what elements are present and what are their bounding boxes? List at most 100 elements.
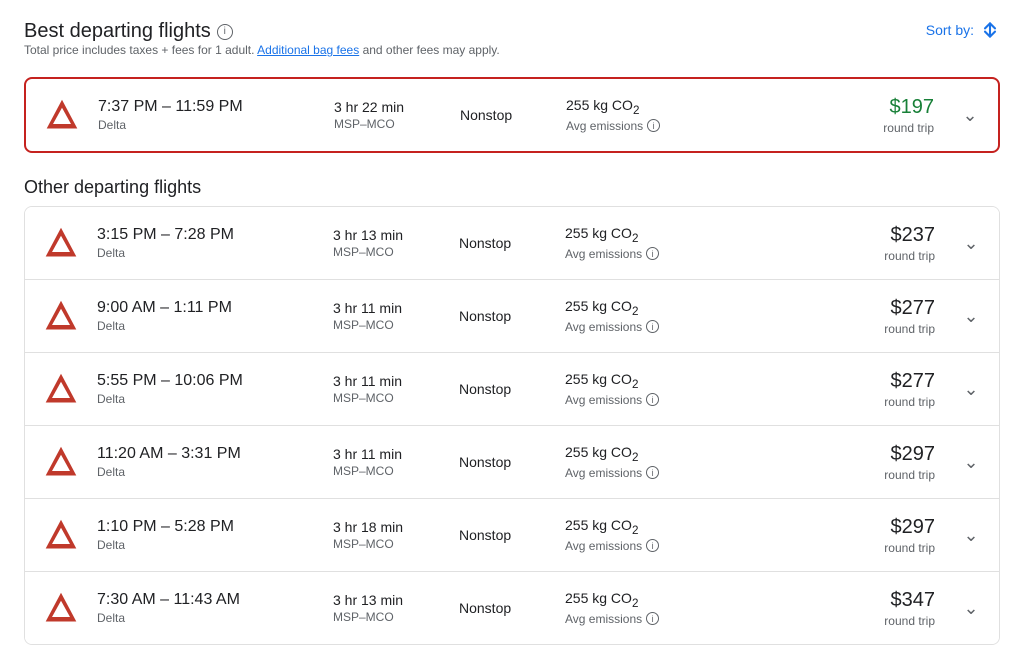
flight-airline: Delta <box>97 319 317 333</box>
flight-stops-col: Nonstop <box>459 381 549 397</box>
flight-emissions-label: Avg emissions i <box>565 466 715 480</box>
flight-time-col: 5:55 PM – 10:06 PM Delta <box>97 372 317 406</box>
flight-airline: Delta <box>97 392 317 406</box>
flight-price-note: round trip <box>731 468 935 482</box>
best-flight-price-note: round trip <box>732 121 934 135</box>
flight-stops-col: Nonstop <box>459 600 549 616</box>
flight-price-col: $277 round trip <box>731 370 943 409</box>
emissions-info-icon[interactable]: i <box>646 320 659 333</box>
flight-stops: Nonstop <box>459 308 549 324</box>
flight-emissions: 255 kg CO2 <box>565 590 715 610</box>
flight-expand-button[interactable]: ⌄ <box>959 452 983 473</box>
info-icon[interactable]: i <box>217 24 233 40</box>
best-flight-price-col: $197 round trip <box>732 96 942 135</box>
chevron-down-icon: ⌄ <box>963 525 978 546</box>
bag-fees-link[interactable]: Additional bag fees <box>257 43 359 57</box>
flight-price-note: round trip <box>731 541 935 555</box>
flight-expand-button[interactable]: ⌄ <box>959 379 983 400</box>
flight-row[interactable]: 1:10 PM – 5:28 PM Delta 3 hr 18 min MSP–… <box>25 499 999 572</box>
flight-emissions-col: 255 kg CO2 Avg emissions i <box>565 225 715 261</box>
chevron-down-icon: ⌄ <box>963 306 978 327</box>
best-flight-time: 7:37 PM – 11:59 PM <box>98 98 318 116</box>
other-flights-title: Other departing flights <box>24 177 1000 198</box>
flight-price: $297 <box>731 516 935 539</box>
emissions-info-icon[interactable]: i <box>646 612 659 625</box>
flight-price-col: $297 round trip <box>731 443 943 482</box>
best-flight-emissions: 255 kg CO2 <box>566 97 716 117</box>
flight-airline: Delta <box>97 611 317 625</box>
best-flight-airline: Delta <box>98 118 318 132</box>
flight-emissions-col: 255 kg CO2 Avg emissions i <box>565 444 715 480</box>
chevron-down-icon: ⌄ <box>963 233 978 254</box>
flight-duration-col: 3 hr 11 min MSP–MCO <box>333 300 443 332</box>
best-flight-card[interactable]: 7:37 PM – 11:59 PM Delta 3 hr 22 min MSP… <box>24 77 1000 153</box>
flight-expand-button[interactable]: ⌄ <box>959 525 983 546</box>
best-flight-route: MSP–MCO <box>334 117 444 131</box>
flight-time: 5:55 PM – 10:06 PM <box>97 372 317 390</box>
page-title: Best departing flights i <box>24 20 500 43</box>
flight-row[interactable]: 7:30 AM – 11:43 AM Delta 3 hr 13 min MSP… <box>25 572 999 644</box>
flight-duration-col: 3 hr 18 min MSP–MCO <box>333 519 443 551</box>
flight-price: $297 <box>731 443 935 466</box>
flight-airline: Delta <box>97 246 317 260</box>
airline-logo <box>42 95 82 135</box>
airline-logo <box>41 296 81 336</box>
flight-stops-col: Nonstop <box>459 527 549 543</box>
flight-duration-col: 3 hr 13 min MSP–MCO <box>333 592 443 624</box>
flight-time-col: 1:10 PM – 5:28 PM Delta <box>97 518 317 552</box>
emissions-info-icon[interactable]: i <box>647 119 660 132</box>
flight-price-note: round trip <box>731 322 935 336</box>
flight-duration: 3 hr 13 min <box>333 227 443 243</box>
flight-airline: Delta <box>97 538 317 552</box>
flight-emissions-col: 255 kg CO2 Avg emissions i <box>565 371 715 407</box>
flight-price-note: round trip <box>731 249 935 263</box>
emissions-info-icon[interactable]: i <box>646 247 659 260</box>
emissions-info-icon[interactable]: i <box>646 466 659 479</box>
flight-emissions: 255 kg CO2 <box>565 225 715 245</box>
flight-route: MSP–MCO <box>333 610 443 624</box>
flight-row[interactable]: 11:20 AM – 3:31 PM Delta 3 hr 11 min MSP… <box>25 426 999 499</box>
emissions-info-icon[interactable]: i <box>646 539 659 552</box>
flight-time: 9:00 AM – 1:11 PM <box>97 299 317 317</box>
flight-row[interactable]: 3:15 PM – 7:28 PM Delta 3 hr 13 min MSP–… <box>25 207 999 280</box>
flight-emissions-label: Avg emissions i <box>565 320 715 334</box>
airline-logo <box>41 588 81 628</box>
flight-emissions: 255 kg CO2 <box>565 444 715 464</box>
flight-stops: Nonstop <box>459 600 549 616</box>
chevron-down-icon: ⌄ <box>963 379 978 400</box>
flight-route: MSP–MCO <box>333 464 443 478</box>
best-flight-time-col: 7:37 PM – 11:59 PM Delta <box>98 98 318 132</box>
flight-route: MSP–MCO <box>333 245 443 259</box>
best-flight-emissions-label: Avg emissions i <box>566 119 716 133</box>
sort-by-button[interactable]: Sort by: <box>926 20 1000 40</box>
flight-expand-button[interactable]: ⌄ <box>959 598 983 619</box>
flight-expand-button[interactable]: ⌄ <box>959 306 983 327</box>
chevron-down-icon: ⌄ <box>962 105 977 126</box>
best-flight-expand-button[interactable]: ⌄ <box>958 105 982 126</box>
flight-row[interactable]: 9:00 AM – 1:11 PM Delta 3 hr 11 min MSP–… <box>25 280 999 353</box>
chevron-down-icon: ⌄ <box>963 598 978 619</box>
best-flight-price: $197 <box>732 96 934 119</box>
page-subtitle: Total price includes taxes + fees for 1 … <box>24 43 500 57</box>
best-flight-stops: Nonstop <box>460 107 550 123</box>
emissions-info-icon[interactable]: i <box>646 393 659 406</box>
flight-expand-button[interactable]: ⌄ <box>959 233 983 254</box>
flight-price: $237 <box>731 224 935 247</box>
flight-emissions-label: Avg emissions i <box>565 393 715 407</box>
flight-price: $277 <box>731 370 935 393</box>
flight-duration-col: 3 hr 11 min MSP–MCO <box>333 373 443 405</box>
flight-price: $277 <box>731 297 935 320</box>
flight-price-col: $277 round trip <box>731 297 943 336</box>
flight-emissions: 255 kg CO2 <box>565 371 715 391</box>
flight-time: 11:20 AM – 3:31 PM <box>97 445 317 463</box>
flight-duration: 3 hr 18 min <box>333 519 443 535</box>
flight-time-col: 11:20 AM – 3:31 PM Delta <box>97 445 317 479</box>
flight-stops: Nonstop <box>459 527 549 543</box>
flight-price-note: round trip <box>731 395 935 409</box>
flight-time-col: 3:15 PM – 7:28 PM Delta <box>97 226 317 260</box>
flight-price-col: $237 round trip <box>731 224 943 263</box>
flight-emissions-label: Avg emissions i <box>565 247 715 261</box>
best-flight-stops-col: Nonstop <box>460 107 550 123</box>
flight-time: 1:10 PM – 5:28 PM <box>97 518 317 536</box>
flight-row[interactable]: 5:55 PM – 10:06 PM Delta 3 hr 11 min MSP… <box>25 353 999 426</box>
